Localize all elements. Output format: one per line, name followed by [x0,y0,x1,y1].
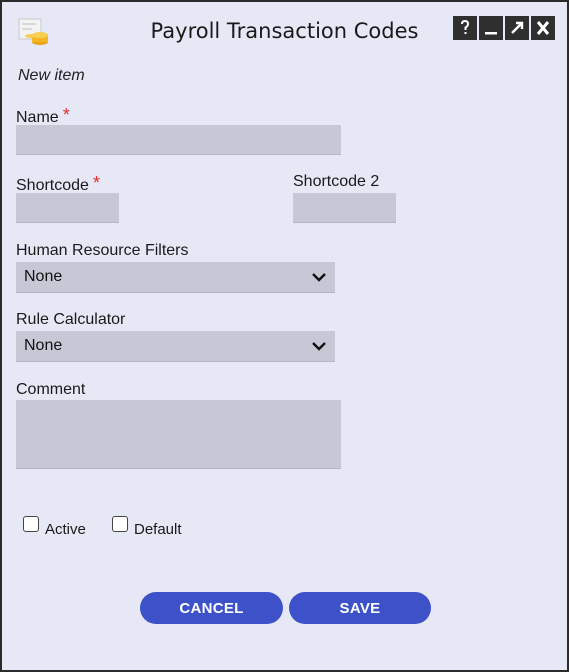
close-icon[interactable] [531,16,555,40]
hr-filters-label: Human Resource Filters [16,242,189,259]
name-label-text: Name [16,109,59,126]
minimize-icon[interactable] [479,16,503,40]
save-button[interactable]: SAVE [289,592,431,624]
hr-filters-value: None [24,268,63,285]
form-mode-label: New item [18,67,85,84]
required-marker: * [62,105,70,125]
default-label: Default [134,521,182,538]
name-input[interactable] [16,125,341,155]
help-icon[interactable] [453,16,477,40]
active-checkbox[interactable] [23,516,39,532]
active-checkbox-group[interactable]: Active [23,516,86,538]
hr-filters-select[interactable]: None [16,262,335,293]
comment-label: Comment [16,381,86,398]
chevron-down-icon [312,342,326,351]
shortcode-label: Shortcode * [16,173,100,195]
active-label: Active [45,521,86,538]
name-label: Name * [16,105,70,127]
rule-calculator-select[interactable]: None [16,331,335,362]
shortcode-label-text: Shortcode [16,177,89,194]
comment-textarea[interactable] [16,400,341,469]
cancel-button[interactable]: CANCEL [140,592,283,624]
dialog-window: Payroll Transaction Codes New item Name *… [0,0,569,672]
rule-calculator-label: Rule Calculator [16,311,126,328]
shortcode2-label: Shortcode 2 [293,173,380,190]
shortcode2-input[interactable] [293,193,396,223]
default-checkbox[interactable] [112,516,128,532]
window-controls [453,16,555,40]
shortcode-input[interactable] [16,193,119,223]
default-checkbox-group[interactable]: Default [112,516,182,538]
chevron-down-icon [312,273,326,282]
rule-calculator-value: None [24,337,63,354]
maximize-icon[interactable] [505,16,529,40]
required-marker: * [92,173,100,193]
